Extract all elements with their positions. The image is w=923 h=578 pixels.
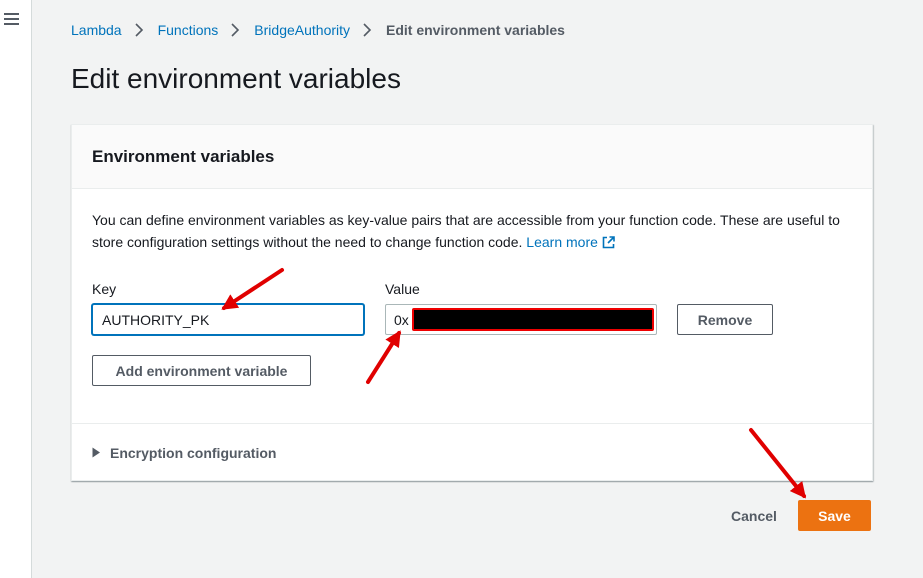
redaction-box <box>412 308 654 331</box>
value-label: Value <box>385 281 420 297</box>
encryption-configuration-label: Encryption configuration <box>110 445 277 461</box>
breadcrumb: Lambda Functions BridgeAuthority Edit en… <box>71 22 565 38</box>
page-title: Edit environment variables <box>71 63 401 94</box>
chevron-right-icon <box>358 22 380 38</box>
chevron-right-icon <box>130 22 152 38</box>
cancel-button[interactable]: Cancel <box>716 500 792 531</box>
key-label: Key <box>92 281 117 297</box>
panel-description: You can define environment variables as … <box>92 209 860 255</box>
breadcrumb-bridgeauthority[interactable]: BridgeAuthority <box>254 22 350 38</box>
chevron-right-icon <box>226 22 248 38</box>
description-text: You can define environment variables as … <box>92 212 840 250</box>
encryption-configuration-toggle[interactable]: Encryption configuration <box>92 445 276 461</box>
add-environment-variable-button[interactable]: Add environment variable <box>92 355 311 386</box>
panel-header: Environment variables <box>72 125 872 189</box>
breadcrumb-lambda[interactable]: Lambda <box>71 22 122 38</box>
breadcrumb-current: Edit environment variables <box>386 22 565 38</box>
external-link-icon <box>602 233 615 255</box>
environment-variables-panel: Environment variables You can define env… <box>71 124 873 481</box>
remove-button[interactable]: Remove <box>677 304 773 335</box>
learn-more-label: Learn more <box>526 234 598 250</box>
breadcrumb-functions[interactable]: Functions <box>158 22 219 38</box>
value-input[interactable]: 0x <box>385 304 657 335</box>
learn-more-link[interactable]: Learn more <box>526 234 615 250</box>
hamburger-menu-icon[interactable] <box>4 13 19 25</box>
value-prefix: 0x <box>394 312 409 328</box>
panel-title: Environment variables <box>92 147 275 166</box>
save-button[interactable]: Save <box>798 500 871 531</box>
panel-divider <box>72 423 872 424</box>
left-navigation-rail <box>0 0 32 578</box>
key-input[interactable] <box>92 304 364 335</box>
caret-right-icon <box>92 445 101 461</box>
